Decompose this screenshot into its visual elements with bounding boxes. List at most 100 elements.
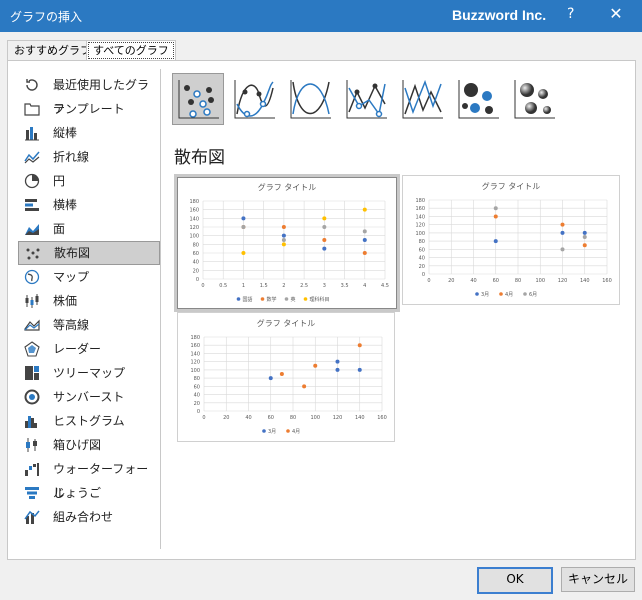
sidebar-item-pie-chart[interactable]: 円 (18, 169, 160, 193)
x-tick-label: 4 (363, 283, 366, 289)
data-point (322, 225, 327, 229)
recent-icon (26, 79, 38, 91)
y-tick-label: 120 (415, 223, 425, 229)
data-point (322, 216, 327, 221)
sidebar-item-treemap-chart[interactable]: ツリーマップ (18, 361, 160, 385)
y-tick-label: 20 (194, 401, 200, 407)
data-point (362, 207, 367, 212)
data-point (281, 242, 286, 247)
sidebar-item-area-chart[interactable]: 面 (18, 217, 160, 241)
x-tick-label: 20 (223, 415, 229, 421)
chart-panel: 最近使用したグラフ テンプレート 縦棒折れ線円横棒面散布図マップ 株価 等高線 レーダーツ… (7, 60, 636, 560)
sidebar-item-combo-chart[interactable]: 組み合わせ (18, 505, 160, 529)
y-tick-label: 60 (193, 251, 199, 257)
sidebar-item-column-chart[interactable]: 縦棒 (18, 121, 160, 145)
chart-preview-2-svg: グラフ タイトル 0 20 40 60 80 100 120 140 160 180 0 20 40 60 8… (415, 181, 612, 298)
x-tick-label: 1.5 (260, 283, 268, 289)
y-tick-label: 100 (189, 234, 199, 240)
subtype-scatter-markers[interactable] (172, 73, 224, 125)
sidebar-item-scatter-chart[interactable]: 散布図 (18, 241, 160, 265)
treemap-chart-icon (25, 366, 39, 380)
tab-recommended[interactable]: おすすめグラフ (7, 40, 98, 61)
y-tick-label: 180 (190, 335, 200, 341)
sidebar-item-box-whisker-chart[interactable]: 箱ひげ図 (18, 433, 160, 457)
y-tick-label: 100 (415, 231, 425, 237)
close-button[interactable]: ✕ (603, 4, 629, 23)
sidebar-item-histogram-chart[interactable]: ヒストグラム (18, 409, 160, 433)
legend-entry: 3月 (268, 429, 276, 435)
x-tick-label: 2 (282, 283, 285, 289)
cancel-button[interactable]: キャンセル (561, 567, 635, 592)
bubble-3d-icon (514, 80, 555, 119)
data-point (281, 225, 286, 229)
sidebar-item-line-chart[interactable]: 折れ線 (18, 145, 160, 169)
chart-preview-2[interactable]: グラフ タイトル 0 20 40 60 80 100 120 140 160 180 0 20 40 60 8… (402, 175, 620, 305)
x-tick-label: 80 (515, 278, 521, 284)
sidebar-item-label: 散布図 (54, 246, 91, 260)
data-point (560, 222, 565, 227)
y-tick-label: 120 (189, 225, 199, 231)
window-title: グラフの挿入 (10, 10, 83, 24)
x-tick-label: 160 (602, 278, 612, 284)
x-tick-label: 140 (580, 278, 590, 284)
sidebar-item-sunburst-chart[interactable]: サンバースト (18, 385, 160, 409)
ok-button[interactable]: OK (477, 567, 553, 594)
y-tick-label: 140 (190, 351, 200, 357)
sidebar-item-bar-chart[interactable]: 横棒 (18, 193, 160, 217)
x-tick-label: 0 (427, 278, 430, 284)
data-point (362, 251, 367, 255)
x-tick-label: 1 (242, 283, 245, 289)
data-point (302, 384, 307, 389)
y-tick-label: 140 (415, 214, 425, 220)
subtype-scatter-straight-markers[interactable] (340, 73, 392, 125)
legend-entry: 英 (291, 296, 296, 303)
data-point (560, 230, 565, 235)
sidebar-item-waterfall-chart[interactable]: ウォーターフォール (18, 457, 160, 500)
scatter-markers-icon (178, 80, 219, 119)
sidebar-item-surface-chart[interactable]: 等高線 (18, 313, 160, 337)
data-point (335, 359, 340, 364)
legend-entry: 6月 (529, 292, 537, 298)
subtype-scatter-smooth[interactable] (284, 73, 336, 125)
x-tick-label: 0 (202, 415, 205, 421)
sidebar-item-label: 箱ひげ図 (53, 438, 102, 452)
y-tick-label: 160 (190, 343, 200, 349)
x-tick-label: 120 (333, 415, 343, 421)
sidebar-item-map-chart[interactable]: マップ (18, 265, 160, 289)
sidebar-item-stock-chart[interactable]: 株価 (18, 289, 160, 313)
subtype-bubble-3d[interactable] (508, 73, 560, 125)
sidebar-item-label: 折れ線 (53, 150, 90, 164)
help-button[interactable]: ? (567, 6, 574, 22)
sidebar-item-funnel-chart[interactable]: じょうご (18, 481, 160, 505)
sidebar-item-radar-chart[interactable]: レーダー (18, 337, 160, 361)
data-point (241, 225, 246, 229)
subtype-scatter-smooth-markers[interactable] (228, 73, 280, 125)
y-tick-label: 0 (422, 272, 425, 278)
sidebar-item-label: じょうご (53, 486, 102, 500)
data-point (279, 372, 284, 376)
bar-chart-icon (25, 199, 39, 211)
sidebar-item-label: 縦棒 (53, 126, 78, 140)
chart-title: グラフ タイトル (482, 181, 541, 191)
data-point (281, 238, 286, 242)
x-tick-label: 2.5 (300, 283, 308, 289)
y-tick-label: 40 (419, 256, 425, 262)
sidebar-item-label: テンプレート (53, 102, 125, 116)
box-whisker-chart-icon (26, 438, 37, 452)
pie-chart-icon (24, 173, 40, 189)
tab-all-charts[interactable]: すべてのグラフ (86, 40, 176, 61)
x-tick-label: 100 (535, 278, 545, 284)
y-tick-label: 0 (197, 409, 200, 415)
chart-type-list: 最近使用したグラフ テンプレート 縦棒折れ線円横棒面散布図マップ 株価 等高線 レーダーツ… (18, 73, 160, 529)
chart-preview-3[interactable]: グラフ タイトル 0 20 40 60 80 100 120 140 160 180 0 20 40 60 8… (177, 312, 395, 442)
sidebar-item-folder[interactable]: テンプレート (18, 97, 160, 121)
x-tick-label: 0 (201, 283, 204, 289)
y-tick-label: 60 (194, 384, 200, 390)
scatter-smooth-markers-icon (234, 80, 275, 119)
subtype-bubble[interactable] (452, 73, 504, 125)
legend-entry: 4月 (505, 292, 513, 298)
bubble-icon (458, 80, 499, 119)
subtype-scatter-straight[interactable] (396, 73, 448, 125)
sidebar-item-recent[interactable]: 最近使用したグラフ (18, 73, 160, 116)
chart-preview-1[interactable]: グラフ タイトル 0 20 40 60 80 100 120 140 160 180 0 0.5 1 1.5… (174, 174, 400, 312)
